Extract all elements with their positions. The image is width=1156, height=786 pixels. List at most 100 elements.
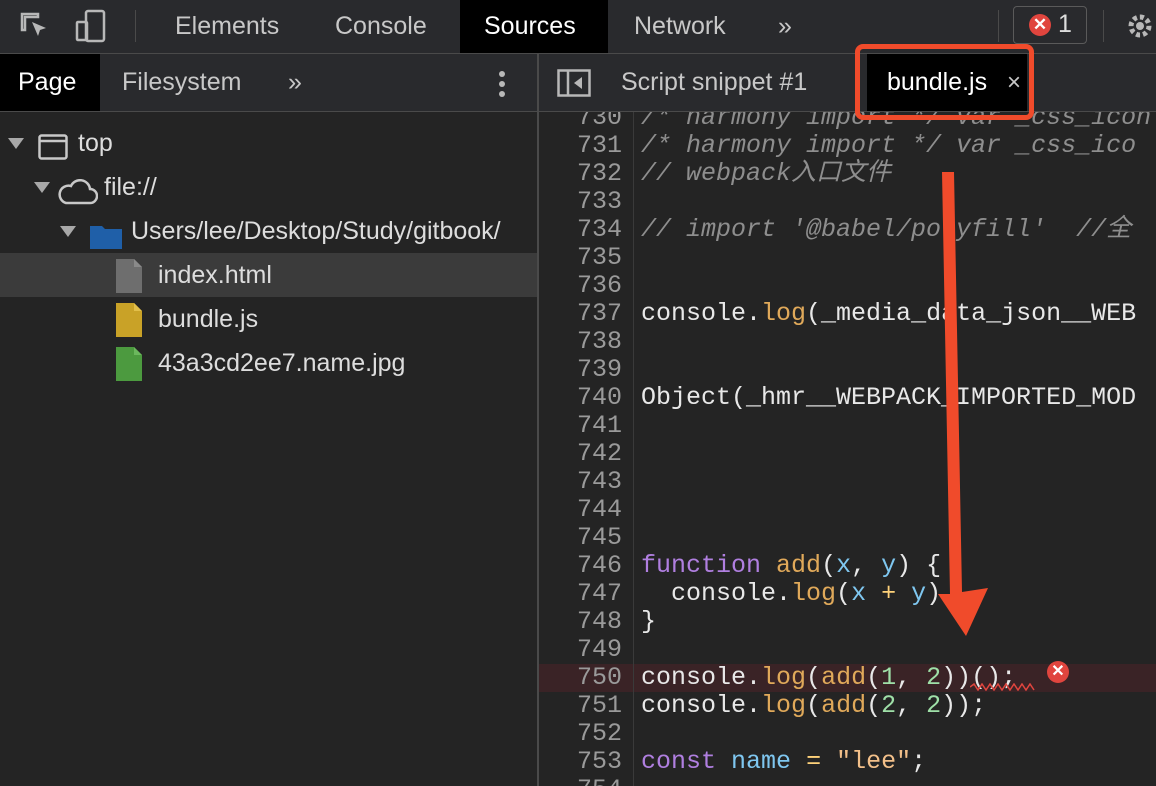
folder-icon — [90, 219, 122, 253]
code-line[interactable]: 745 — [539, 524, 1156, 552]
navigator-panel: Page Filesystem » top file:// Users/lee/… — [0, 54, 537, 786]
code-text: // webpack入口文件 — [641, 159, 892, 188]
toolbar-separator — [1103, 10, 1104, 42]
code-line[interactable]: 754 — [539, 776, 1156, 786]
tab-page[interactable]: Page — [0, 54, 100, 111]
code-line[interactable]: 738 — [539, 328, 1156, 356]
code-line[interactable]: 746 function add(x, y) { — [539, 552, 1156, 580]
tree-file-index-html[interactable]: index.html — [0, 253, 537, 297]
line-number[interactable]: 744 — [539, 496, 622, 524]
navigator-tabbar: Page Filesystem » — [0, 54, 537, 112]
frame-icon — [38, 130, 68, 165]
code-text: function add(x, y) { — [641, 551, 942, 580]
inspect-element-icon[interactable] — [16, 8, 52, 44]
code-line[interactable]: 747 console.log(x + y) — [539, 580, 1156, 608]
tab-filesystem[interactable]: Filesystem — [104, 54, 259, 111]
code-line[interactable]: 743 — [539, 468, 1156, 496]
tree-node-folder[interactable]: Users/lee/Desktop/Study/gitbook/ — [0, 209, 537, 253]
line-number[interactable]: 743 — [539, 468, 622, 496]
code-line[interactable]: 752 — [539, 720, 1156, 748]
code-line[interactable]: 749 — [539, 636, 1156, 664]
line-number[interactable]: 740 — [539, 384, 622, 412]
code-text: const name = "lee"; — [641, 747, 927, 776]
line-number[interactable]: 730 — [539, 112, 622, 132]
line-number[interactable]: 739 — [539, 356, 622, 384]
code-line[interactable]: 736 — [539, 272, 1156, 300]
line-number[interactable]: 754 — [539, 776, 622, 786]
html-file-icon — [116, 259, 142, 297]
code-line[interactable]: 753 const name = "lee"; — [539, 748, 1156, 776]
code-line[interactable]: 731 /* harmony import */ var _css_ico — [539, 132, 1156, 160]
line-number[interactable]: 736 — [539, 272, 622, 300]
file-label: 43a3cd2ee7.name.jpg — [158, 349, 406, 377]
line-number[interactable]: 738 — [539, 328, 622, 356]
line-number[interactable]: 741 — [539, 412, 622, 440]
file-label: index.html — [158, 261, 272, 289]
line-number[interactable]: 748 — [539, 608, 622, 636]
error-squiggle — [969, 678, 1038, 696]
code-line[interactable]: 732 // webpack入口文件 — [539, 160, 1156, 188]
code-line[interactable]: 748} — [539, 608, 1156, 636]
tree-node-origin[interactable]: file:// — [0, 165, 537, 209]
code-text: /* harmony import */ var _css_ico — [641, 131, 1137, 160]
error-count-badge[interactable]: ✕ 1 — [1013, 6, 1087, 44]
line-number[interactable]: 753 — [539, 748, 622, 776]
line-number[interactable]: 735 — [539, 244, 622, 272]
line-number[interactable]: 731 — [539, 132, 622, 160]
tab-script-snippet[interactable]: Script snippet #1 — [621, 54, 807, 111]
expand-triangle-icon[interactable] — [8, 138, 24, 149]
tree-node-top[interactable]: top — [0, 121, 537, 165]
line-number[interactable]: 745 — [539, 524, 622, 552]
code-line[interactable]: 737 console.log(_media_data_json__WEB — [539, 300, 1156, 328]
line-number[interactable]: 746 — [539, 552, 622, 580]
expand-triangle-icon[interactable] — [34, 182, 50, 193]
line-number[interactable]: 742 — [539, 440, 622, 468]
line-number[interactable]: 750 — [539, 664, 622, 692]
code-line[interactable]: 730/* harmony import */ var _css_icon — [539, 112, 1156, 132]
tree-label-origin: file:// — [104, 173, 157, 201]
device-toggle-icon[interactable] — [74, 8, 110, 44]
toggle-navigator-icon[interactable] — [557, 69, 591, 102]
line-number[interactable]: 734 — [539, 216, 622, 244]
code-line[interactable]: 733 — [539, 188, 1156, 216]
line-number[interactable]: 733 — [539, 188, 622, 216]
code-line[interactable]: 734 // import '@babel/polyfill' //全 — [539, 216, 1156, 244]
error-icon: ✕ — [1029, 14, 1051, 36]
line-number[interactable]: 752 — [539, 720, 622, 748]
error-count: 1 — [1058, 10, 1072, 38]
tab-console[interactable]: Console — [311, 0, 451, 53]
image-file-icon — [116, 347, 142, 385]
file-label: bundle.js — [158, 305, 259, 333]
expand-triangle-icon[interactable] — [60, 226, 76, 237]
gutter-border — [633, 112, 634, 786]
line-number[interactable]: 751 — [539, 692, 622, 720]
code-line[interactable]: 735 — [539, 244, 1156, 272]
line-number[interactable]: 737 — [539, 300, 622, 328]
more-nav-tabs-button[interactable]: » — [270, 54, 320, 111]
code-line[interactable]: 739 — [539, 356, 1156, 384]
tab-sources[interactable]: Sources — [460, 0, 608, 53]
annotation-highlight-box — [855, 44, 1034, 120]
more-tabs-button[interactable]: » — [762, 0, 808, 53]
code-line[interactable]: 741 — [539, 412, 1156, 440]
line-number[interactable]: 747 — [539, 580, 622, 608]
code-text: console.log(x + y) — [641, 579, 942, 608]
line-number[interactable]: 732 — [539, 160, 622, 188]
code-line[interactable]: 751 console.log(add(2, 2)); — [539, 692, 1156, 720]
toolbar-separator — [135, 10, 136, 42]
tab-network[interactable]: Network — [610, 0, 750, 53]
line-number[interactable]: 749 — [539, 636, 622, 664]
error-marker-icon[interactable]: ✕ — [1047, 661, 1069, 683]
settings-gear-icon[interactable] — [1122, 8, 1156, 44]
tree-file-bundle-js[interactable]: bundle.js — [0, 297, 537, 341]
tree-file-image[interactable]: 43a3cd2ee7.name.jpg — [0, 341, 537, 385]
code-text: console.log(add(2, 2)); — [641, 691, 987, 720]
tab-elements[interactable]: Elements — [151, 0, 303, 53]
code-editor[interactable]: 730/* harmony import */ var _css_icon 731… — [539, 112, 1156, 786]
kebab-menu-icon[interactable] — [498, 70, 506, 103]
cloud-icon — [56, 175, 99, 209]
code-text: console.log(_media_data_json__WEB — [641, 299, 1137, 328]
code-line[interactable]: 742 — [539, 440, 1156, 468]
code-line[interactable]: 744 — [539, 496, 1156, 524]
code-line[interactable]: 740 Object(_hmr__WEBPACK_IMPORTED_MOD — [539, 384, 1156, 412]
